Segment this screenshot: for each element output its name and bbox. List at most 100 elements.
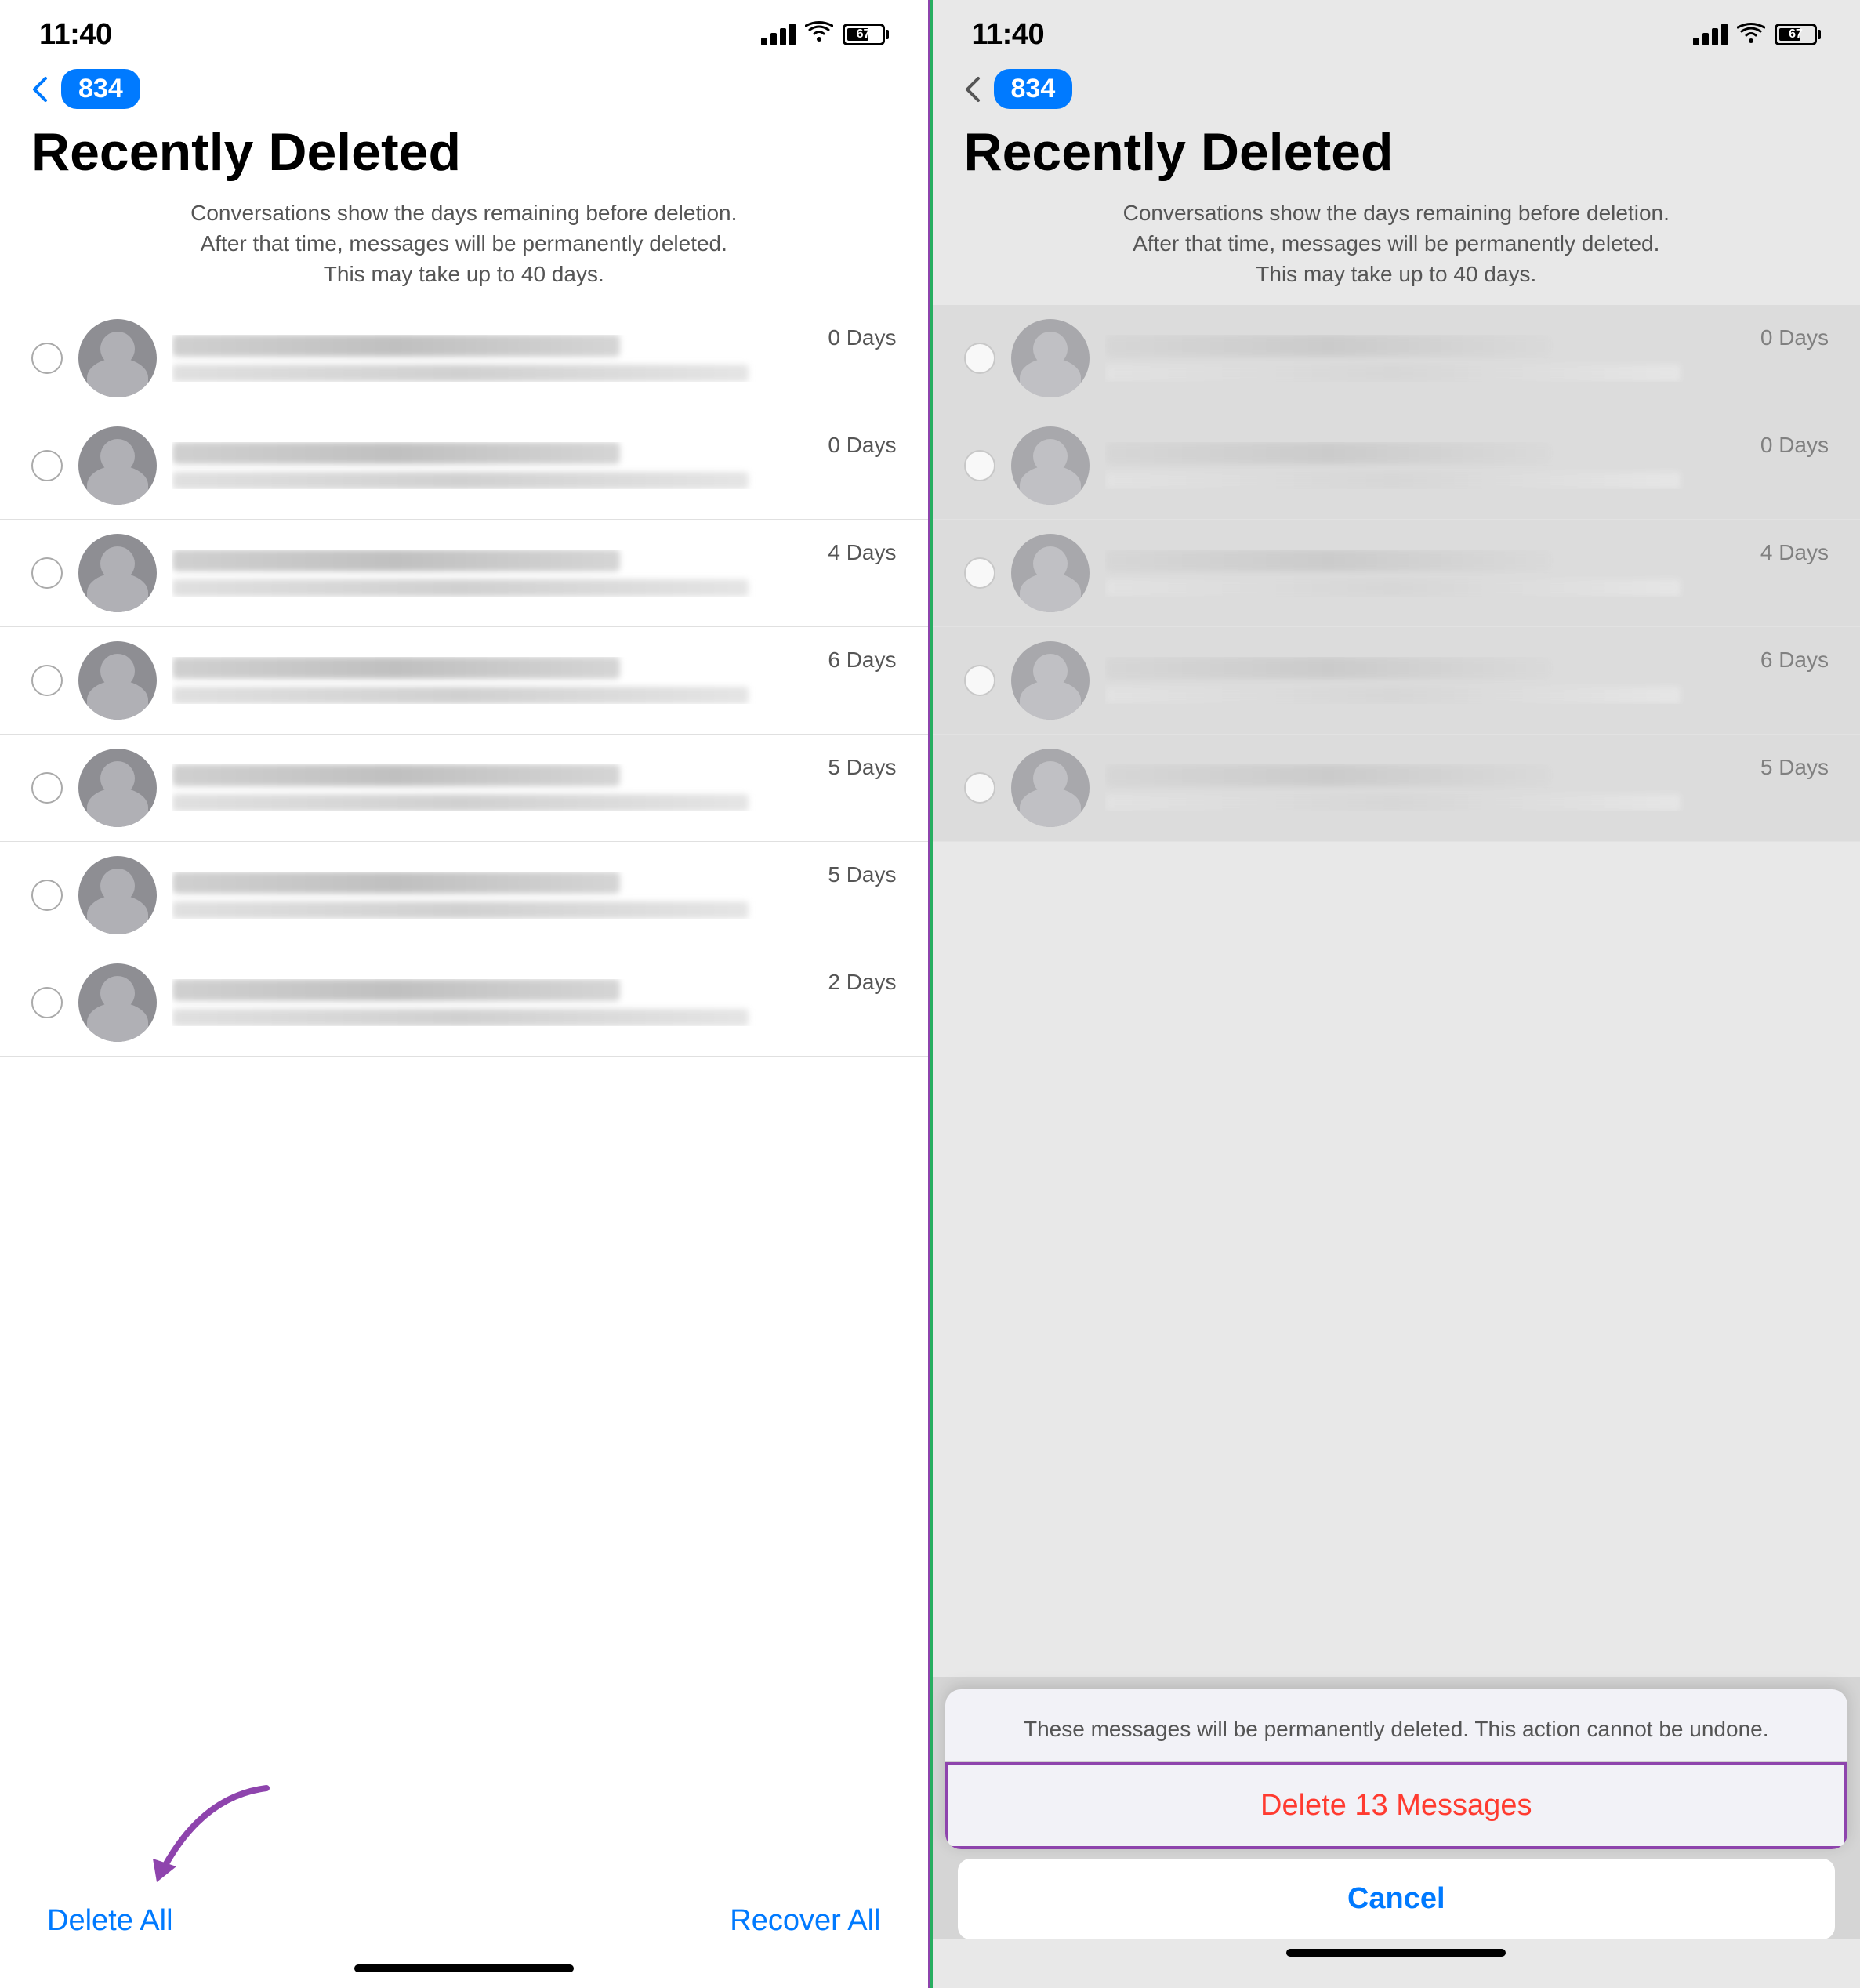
left-conv-days-1: 0 Days [828,426,896,458]
left-conv-days-3: 6 Days [828,641,896,673]
left-conv-radio-5[interactable] [31,880,63,911]
right-page-subtitle: Conversations show the days remaining be… [1122,198,1670,290]
left-conv-radio-0[interactable] [31,343,63,374]
right-back-button[interactable] [964,75,981,103]
left-conv-name-blur-1 [172,442,620,464]
left-conv-radio-4[interactable] [31,772,63,804]
right-status-bar: 11:40 67 [933,0,1860,63]
delete-13-messages-button[interactable]: Delete 13 Messages [945,1762,1848,1849]
right-conv-radio-2[interactable] [964,557,995,589]
right-conv-name-blur-4 [1105,764,1553,786]
left-bottom-toolbar: Delete All Recover All [0,1885,928,1957]
right-conv-name-blur-2 [1105,550,1553,571]
left-conv-content-1 [172,442,812,489]
right-conv-item-1[interactable]: 0 Days [933,412,1860,520]
right-conv-radio-1[interactable] [964,450,995,481]
right-conv-name-blur-3 [1105,657,1553,679]
left-conv-radio-2[interactable] [31,557,63,589]
left-conv-name-blur-6 [172,979,620,1001]
left-conv-radio-6[interactable] [31,987,63,1018]
left-conv-item-2[interactable]: 4 Days [0,520,928,627]
action-sheet-overlay: These messages will be permanently delet… [933,1677,1860,1988]
left-conv-content-2 [172,550,812,597]
right-conv-item-4[interactable]: 5 Days [933,735,1860,842]
right-conv-radio-3[interactable] [964,665,995,696]
right-conv-radio-0[interactable] [964,343,995,374]
left-conv-msg-blur-4 [172,794,749,811]
left-conv-item-5[interactable]: 5 Days [0,842,928,949]
left-conv-avatar-0 [78,319,157,397]
left-battery-icon: 67 [843,24,889,45]
left-conv-avatar-3 [78,641,157,720]
left-time: 11:40 [39,18,112,52]
left-page-header: Recently Deleted Conversations show the … [0,115,928,305]
left-conv-msg-blur-1 [172,472,749,489]
right-signal-icon [1693,24,1728,45]
left-home-indicator [354,1964,574,1972]
left-conv-days-4: 5 Days [828,749,896,780]
left-status-bar: 11:40 [0,0,928,63]
right-conv-avatar-0 [1011,319,1090,397]
right-back-badge[interactable]: 834 [994,69,1073,109]
left-conv-msg-blur-5 [172,901,749,919]
right-battery-icon: 67 [1775,24,1821,45]
right-conv-item-3[interactable]: 6 Days [933,627,1860,735]
left-conv-avatar-4 [78,749,157,827]
left-conv-item-1[interactable]: 0 Days [0,412,928,520]
left-back-button[interactable] [31,75,49,103]
left-conv-content-6 [172,979,812,1026]
right-conv-days-3: 6 Days [1760,641,1829,673]
left-conv-radio-1[interactable] [31,450,63,481]
right-conv-content-1 [1105,442,1745,489]
left-nav-row: 834 [0,63,928,115]
left-conv-content-3 [172,657,812,704]
right-time: 11:40 [972,18,1045,52]
left-conv-item-4[interactable]: 5 Days [0,735,928,842]
left-phone-panel: 11:40 [0,0,930,1988]
right-conv-content-4 [1105,764,1745,811]
right-conv-radio-4[interactable] [964,772,995,804]
left-conv-avatar-1 [78,426,157,505]
right-conv-days-4: 5 Days [1760,749,1829,780]
action-sheet-message: These messages will be permanently delet… [945,1689,1848,1762]
left-signal-icon [761,24,796,45]
right-conv-avatar-2 [1011,534,1090,612]
cancel-button[interactable]: Cancel [958,1859,1836,1939]
left-conv-content-0 [172,335,812,382]
right-conv-item-2[interactable]: 4 Days [933,520,1860,627]
right-conv-msg-blur-4 [1105,794,1681,811]
purple-arrow-annotation [141,1780,298,1910]
left-conv-content-5 [172,872,812,919]
right-phone-panel: 11:40 67 [930,0,1860,1988]
left-page-subtitle: Conversations show the days remaining be… [190,198,738,290]
left-conv-name-blur-4 [172,764,620,786]
left-status-icons: 67 [761,20,889,49]
left-conv-days-2: 4 Days [828,534,896,565]
right-conv-msg-blur-2 [1105,579,1681,597]
left-conv-days-0: 0 Days [828,319,896,350]
left-conv-msg-blur-2 [172,579,749,597]
right-conv-item-0[interactable]: 0 Days [933,305,1860,412]
right-conv-days-1: 0 Days [1760,426,1829,458]
left-wifi-icon [805,20,833,49]
right-home-indicator [1286,1949,1506,1957]
left-conv-avatar-6 [78,963,157,1042]
left-conv-radio-3[interactable] [31,665,63,696]
left-conv-item-6[interactable]: 2 Days [0,949,928,1057]
left-conv-name-blur-0 [172,335,620,357]
left-back-badge[interactable]: 834 [61,69,140,109]
left-conv-item-3[interactable]: 6 Days [0,627,928,735]
left-conv-content-4 [172,764,812,811]
left-conversations-list: 0 Days 0 Days 4 Days [0,305,928,1885]
right-conv-msg-blur-3 [1105,687,1681,704]
right-conv-content-0 [1105,335,1745,382]
right-conv-avatar-4 [1011,749,1090,827]
left-conv-msg-blur-0 [172,365,749,382]
left-page-title: Recently Deleted [31,123,897,182]
left-conv-item-0[interactable]: 0 Days [0,305,928,412]
left-conv-avatar-2 [78,534,157,612]
recover-all-button[interactable]: Recover All [730,1904,880,1938]
right-conv-content-3 [1105,657,1745,704]
right-conv-avatar-3 [1011,641,1090,720]
right-nav-row: 834 [933,63,1860,115]
